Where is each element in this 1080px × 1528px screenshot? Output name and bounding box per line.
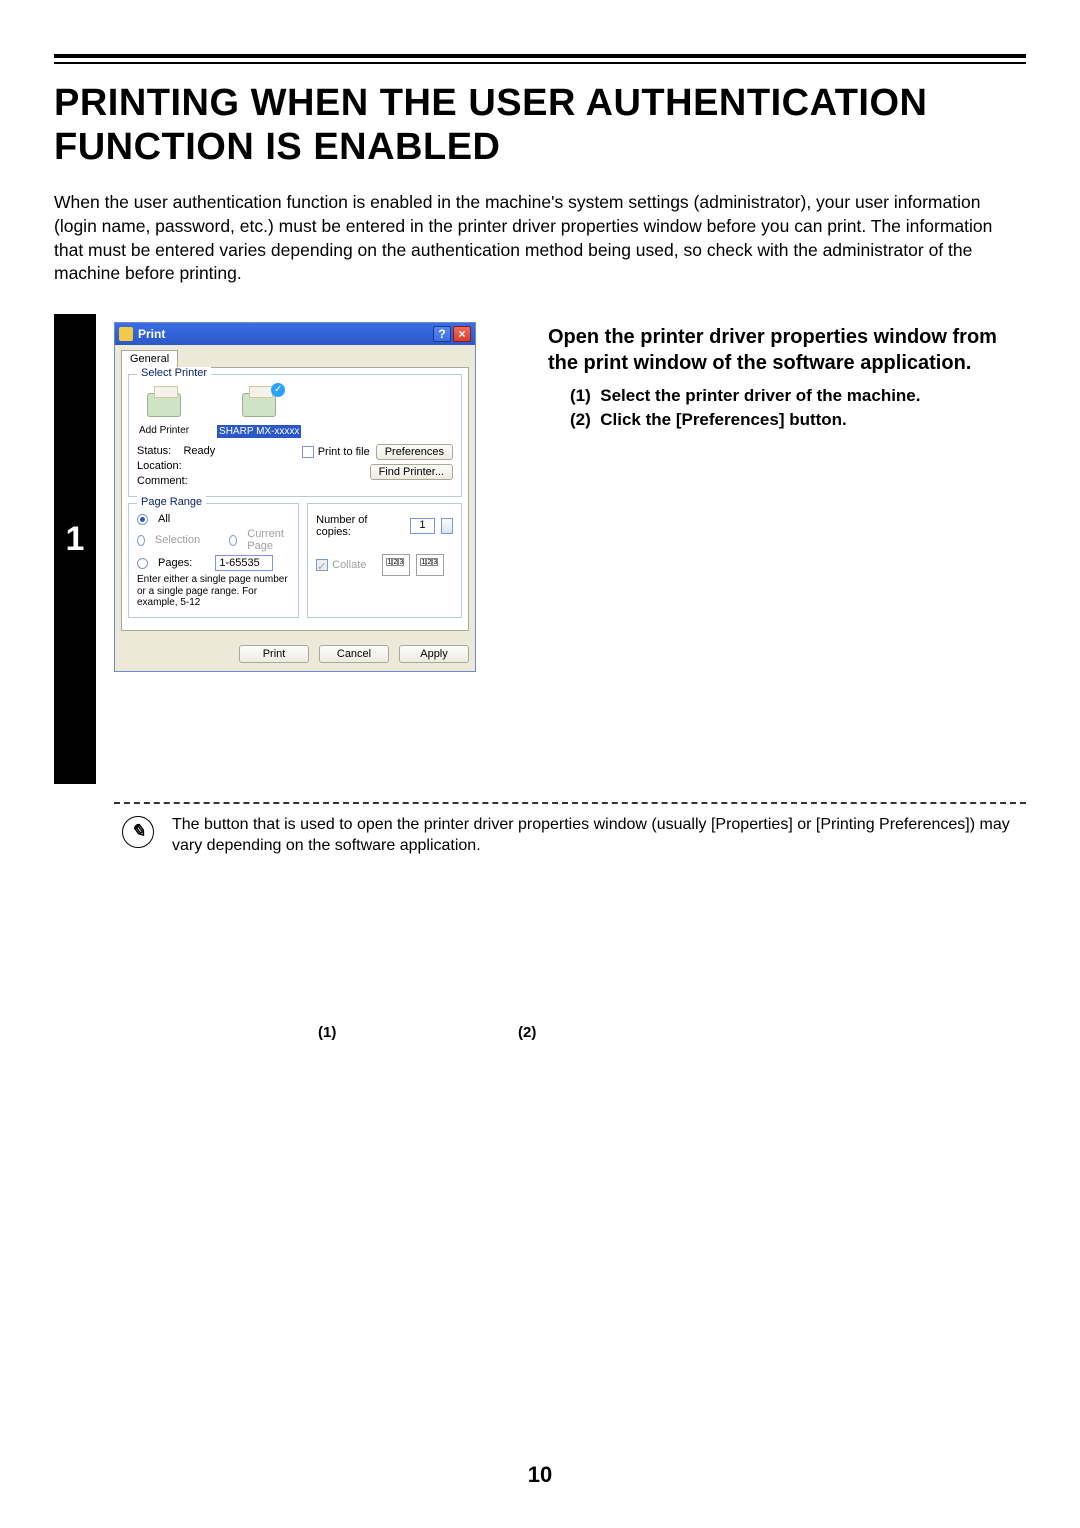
copies-spinner[interactable] bbox=[441, 518, 453, 534]
note-text: The button that is used to open the prin… bbox=[172, 814, 1026, 857]
copies-value[interactable]: 1 bbox=[410, 518, 436, 534]
page-number: 10 bbox=[0, 1462, 1080, 1488]
print-to-file-label: Print to file bbox=[318, 446, 370, 458]
step-number-strip: 1 bbox=[54, 314, 96, 784]
radio-selection bbox=[137, 535, 145, 546]
page-title: PRINTING WHEN THE USER AUTHENTICATION FU… bbox=[54, 82, 1026, 169]
print-button[interactable]: Print bbox=[239, 645, 309, 663]
help-button[interactable]: ? bbox=[433, 326, 451, 342]
comment-label: Comment: bbox=[137, 474, 277, 489]
page-range-note: Enter either a single page number or a s… bbox=[137, 574, 290, 609]
callout-label-2: (2) bbox=[518, 1024, 536, 1041]
group-page-range: Page Range All Selection Current Page Pa… bbox=[128, 503, 299, 618]
copies-label: Number of copies: bbox=[316, 514, 404, 538]
intro-paragraph: When the user authentication function is… bbox=[54, 191, 1026, 286]
radio-current bbox=[229, 535, 237, 546]
printer-sharp-label: SHARP MX-xxxxx bbox=[217, 425, 301, 438]
collate-checkbox: ✓Collate bbox=[316, 559, 366, 571]
find-printer-button[interactable]: Find Printer... bbox=[370, 464, 453, 480]
cancel-button[interactable]: Cancel bbox=[319, 645, 389, 663]
dialog-title: Print bbox=[138, 327, 165, 341]
callout-label-1: (1) bbox=[318, 1024, 336, 1041]
printer-item-sharp[interactable]: ✓ SHARP MX-xxxxx bbox=[217, 387, 301, 438]
status-label: Status: bbox=[137, 445, 171, 457]
close-button[interactable]: × bbox=[453, 326, 471, 342]
print-dialog: Print ? × General Select Printer bbox=[114, 322, 476, 672]
preferences-button[interactable]: Preferences bbox=[376, 444, 453, 460]
group-select-printer: Select Printer Add Printer ✓ SHARP MX-xx… bbox=[128, 374, 462, 498]
printer-add-label: Add Printer bbox=[139, 425, 189, 436]
tab-general[interactable]: General bbox=[121, 350, 178, 368]
radio-pages[interactable] bbox=[137, 558, 148, 569]
collate-icon: 123 123 bbox=[382, 554, 444, 576]
location-label: Location: bbox=[137, 459, 277, 474]
step-sub-2: (2) Click the [Preferences] button. bbox=[570, 410, 1026, 430]
pages-input[interactable] bbox=[215, 555, 273, 571]
radio-selection-label: Selection bbox=[155, 534, 200, 546]
group-title-page-range: Page Range bbox=[137, 496, 206, 508]
status-value: Ready bbox=[183, 445, 215, 457]
printer-item-add[interactable]: Add Printer bbox=[139, 387, 189, 438]
collate-label: Collate bbox=[332, 559, 366, 571]
note-icon: ✎ bbox=[122, 816, 154, 848]
step-heading: Open the printer driver properties windo… bbox=[548, 324, 1026, 376]
printer-title-icon bbox=[119, 327, 133, 341]
dialog-titlebar[interactable]: Print ? × bbox=[115, 323, 475, 345]
step-sub-1: (1) Select the printer driver of the mac… bbox=[570, 386, 1026, 406]
group-title-select-printer: Select Printer bbox=[137, 367, 211, 379]
double-rule bbox=[54, 54, 1026, 64]
radio-all-label: All bbox=[158, 513, 170, 525]
step-number: 1 bbox=[54, 520, 96, 559]
group-copies: Number of copies: 1 ✓Collate 123 123 bbox=[307, 503, 462, 618]
print-to-file-checkbox[interactable]: Print to file bbox=[302, 446, 370, 458]
radio-current-label: Current Page bbox=[247, 528, 290, 552]
radio-pages-label: Pages: bbox=[158, 557, 192, 569]
default-check-icon: ✓ bbox=[271, 383, 285, 397]
apply-button[interactable]: Apply bbox=[399, 645, 469, 663]
radio-all[interactable]: All bbox=[137, 513, 290, 525]
